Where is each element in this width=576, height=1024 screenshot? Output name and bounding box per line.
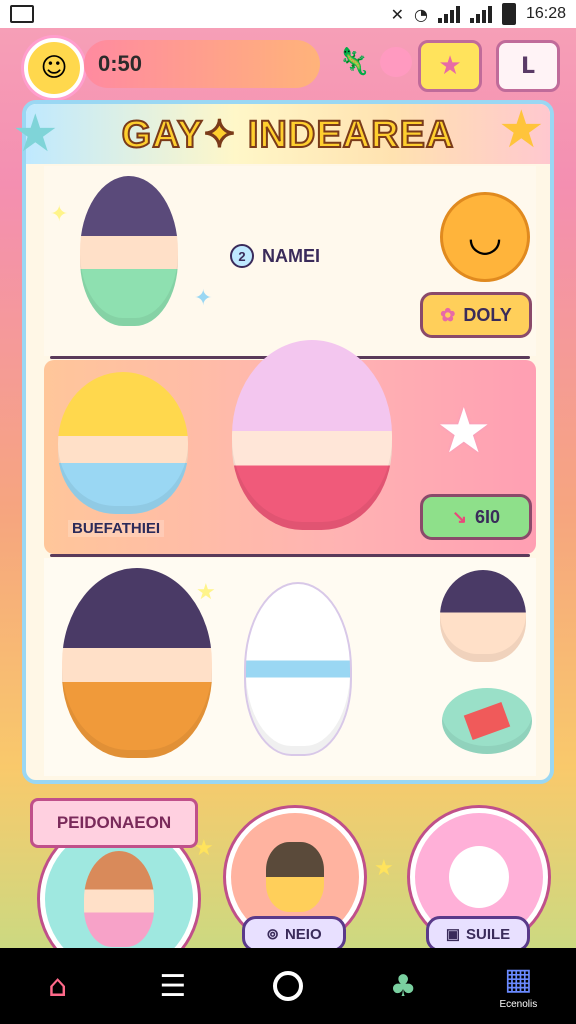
circle-label-2[interactable]: ⊚ NEIO [242,916,346,952]
image-notification-icon [10,5,34,23]
sparkle-icon: ✦ [50,202,69,227]
character-row[interactable]: ✦ ✦ 2 NAMEI ◡ ✿ DOLY [44,166,536,356]
corner-star-icon: ★ [498,100,545,160]
timer-value: 0:50 [98,51,143,76]
swirl-icon: ⊚ [266,926,279,943]
doly-button[interactable]: ✿ DOLY [420,292,532,338]
card-icon: ▣ [445,926,460,943]
nav-circle[interactable] [253,956,323,1016]
home-icon: ⌂ [48,968,68,1004]
clock: 16:28 [525,5,566,22]
circle-label-3-text: SUILE [466,925,511,943]
star-icon: ★ [438,51,462,81]
bottom-nav: ⌂ ☰ ♣ ▦ Ecenolis [0,948,576,1024]
circle-label-2-text: NEIO [284,925,322,943]
character-row[interactable]: ★ [44,558,536,776]
character-name: 2 NAMEI [230,244,320,268]
star-button[interactable]: ★ [418,40,482,92]
circle-icon [272,971,303,1001]
blob-face-icon[interactable] [378,44,414,80]
creature-icon[interactable]: 🦎 [336,44,372,80]
character-small-portrait[interactable] [440,570,526,662]
circle-label-3[interactable]: ▣ SUILE [426,916,530,952]
mute-icon: ✕ [390,4,404,24]
top-bar: ☺ 0:50 🦎 ★ L [0,28,576,100]
nav-games-label: Ecenolis [499,999,538,1010]
speech-star-icon: ★ [436,394,492,467]
flower-icon: ✿ [440,304,456,325]
list-icon: ☰ [159,968,187,1004]
name-text: NAMEI [262,245,320,266]
go-button-label: 6I0 [475,506,501,527]
corner-star-icon: ★ [12,104,59,164]
cake-item-icon[interactable] [442,688,532,754]
row-divider [50,554,530,557]
panel-title: GAY✦ INDEAREA [26,104,550,164]
signal-icon [437,5,460,23]
character-girl-with-guitar-avatar[interactable] [62,568,212,758]
signal-icon-2 [469,5,492,23]
profile-button[interactable]: L [496,40,560,92]
timer: 0:50 [84,40,320,88]
bottom-selector: PEIDONAEON ★ ⊚ NEIO ★ ▣ SUILE [0,790,576,978]
nav-list[interactable]: ☰ [138,956,208,1016]
happy-flower-icon[interactable]: ☺ [24,38,84,98]
go-button[interactable]: ↘ 6I0 [420,494,532,540]
character-pink-hair-girl-avatar[interactable] [232,340,392,530]
character-row[interactable]: BUEFATHIEI ★ ↘ 6I0 [44,340,536,554]
character-blonde-girl-avatar[interactable] [58,372,188,514]
nav-games[interactable]: ▦ Ecenolis [483,956,553,1016]
sparkle-icon: ★ [196,580,216,605]
nav-character[interactable]: ♣ [368,956,438,1016]
sparkle-icon: ★ [374,856,394,881]
profile-icon: L [520,53,536,79]
character-label: BUEFATHIEI [68,520,165,537]
nav-home[interactable]: ⌂ [23,956,93,1016]
battery-icon [501,3,516,25]
ribbon-banner: PEIDONAEON [30,798,198,848]
arrow-icon: ↘ [451,506,468,527]
smiley-sun-icon[interactable]: ◡ [440,192,530,282]
doly-button-label: DOLY [463,304,512,325]
ghost-creature-avatar[interactable] [244,582,352,756]
character-boy-avatar[interactable] [80,176,178,326]
status-bar: ✕ ◔ 16:28 [0,0,576,28]
character-panel: GAY✦ INDEAREA ✦ ✦ 2 NAMEI ◡ ✿ DOLY BUEFA… [22,100,554,784]
name-number: 2 [230,244,254,268]
character-icon: ♣ [389,968,417,1004]
sparkle-icon: ✦ [194,286,213,311]
game-controller-icon: ▦ [504,962,533,997]
wifi-icon: ◔ [413,4,428,24]
